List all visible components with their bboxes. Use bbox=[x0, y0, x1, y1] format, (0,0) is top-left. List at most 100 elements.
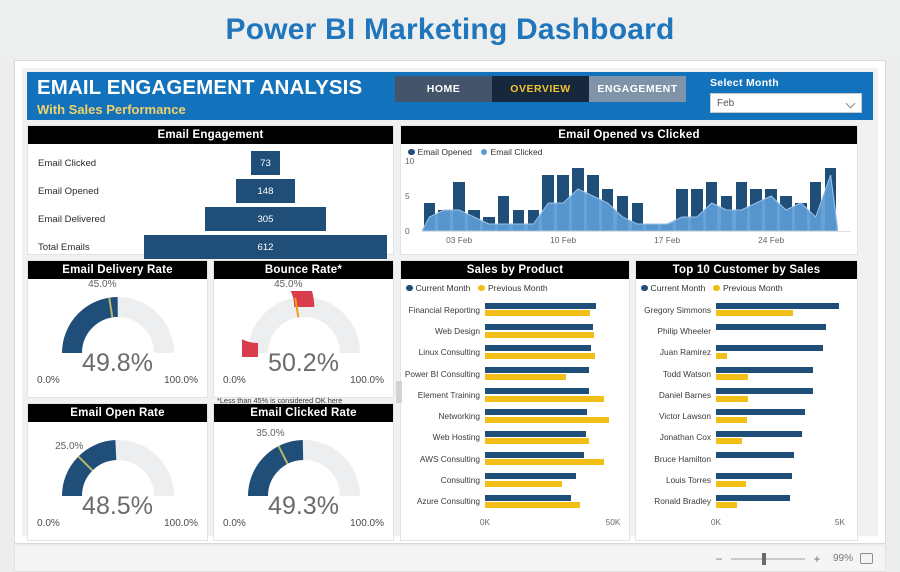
funnel-row[interactable]: Email Clicked 73 bbox=[32, 149, 387, 177]
bar-previous-month[interactable] bbox=[716, 352, 728, 359]
column-bar[interactable] bbox=[468, 210, 480, 231]
bar-chart-row[interactable]: Element Training bbox=[401, 384, 629, 405]
nav-item-overview[interactable]: OVERVIEW bbox=[492, 76, 589, 102]
funnel-bar[interactable]: 148 bbox=[236, 179, 295, 203]
nav-item-home[interactable]: HOME bbox=[395, 76, 492, 102]
bar-chart-row[interactable]: Networking bbox=[401, 405, 629, 426]
zoom-out-button[interactable]: − bbox=[714, 553, 724, 565]
bar-previous-month[interactable] bbox=[485, 374, 566, 381]
bar-previous-month[interactable] bbox=[485, 310, 590, 317]
zoom-slider[interactable] bbox=[731, 552, 805, 565]
funnel-row[interactable]: Email Opened 148 bbox=[32, 177, 387, 205]
bar-chart-row[interactable]: Gregory Simmons bbox=[636, 299, 857, 320]
bar-current-month[interactable] bbox=[716, 302, 839, 309]
column-bar[interactable] bbox=[676, 189, 688, 231]
zoom-slider-thumb[interactable] bbox=[762, 552, 766, 565]
funnel-bar[interactable]: 612 bbox=[144, 235, 387, 259]
column-bar[interactable] bbox=[587, 175, 599, 231]
bar-previous-month[interactable] bbox=[716, 310, 793, 317]
bar-current-month[interactable] bbox=[485, 366, 589, 373]
column-bar[interactable] bbox=[616, 196, 629, 231]
column-bar[interactable] bbox=[557, 175, 569, 231]
bar-current-month[interactable] bbox=[485, 324, 593, 331]
bar-chart-row[interactable]: Daniel Barnes bbox=[636, 384, 857, 405]
column-bar[interactable] bbox=[423, 203, 436, 231]
column-bar[interactable] bbox=[824, 168, 837, 231]
bar-previous-month[interactable] bbox=[485, 331, 594, 338]
column-bar[interactable] bbox=[661, 224, 673, 231]
bar-current-month[interactable] bbox=[716, 451, 795, 458]
bar-current-month[interactable] bbox=[716, 409, 806, 416]
bar-previous-month[interactable] bbox=[716, 416, 747, 423]
bar-chart-row[interactable]: AWS Consulting bbox=[401, 448, 629, 469]
bar-chart-row[interactable]: Consulting bbox=[401, 469, 629, 490]
bar-previous-month[interactable] bbox=[485, 480, 562, 487]
funnel-bar[interactable]: 305 bbox=[204, 207, 327, 231]
bar-chart-row[interactable]: Bruce Hamilton bbox=[636, 448, 857, 469]
column-bar[interactable] bbox=[750, 189, 763, 231]
bar-chart-row[interactable]: Web Hosting bbox=[401, 427, 629, 448]
column-bar[interactable] bbox=[765, 189, 777, 231]
bar-chart-row[interactable]: Azure Consulting bbox=[401, 491, 629, 512]
bar-current-month[interactable] bbox=[716, 473, 792, 480]
column-bar[interactable] bbox=[438, 210, 451, 231]
bar-previous-month[interactable] bbox=[485, 395, 605, 402]
column-bar[interactable] bbox=[453, 182, 465, 231]
bar-chart-row[interactable]: Ronald Bradley bbox=[636, 491, 857, 512]
column-bar[interactable] bbox=[691, 189, 703, 231]
column-bar[interactable] bbox=[512, 210, 525, 231]
bar-current-month[interactable] bbox=[716, 388, 813, 395]
bar-chart-row[interactable]: Juan Ramirez bbox=[636, 342, 857, 363]
bar-current-month[interactable] bbox=[716, 366, 813, 373]
column-bar[interactable] bbox=[572, 168, 584, 231]
bar-chart-row[interactable]: Web Design bbox=[401, 320, 629, 341]
bar-previous-month[interactable] bbox=[485, 502, 580, 509]
column-bar[interactable] bbox=[795, 203, 807, 231]
bar-chart-row[interactable]: Louis Torres bbox=[636, 469, 857, 490]
bar-current-month[interactable] bbox=[485, 430, 587, 437]
bar-previous-month[interactable] bbox=[485, 459, 605, 466]
bar-chart-row[interactable]: Jonathan Cox bbox=[636, 427, 857, 448]
column-bar[interactable] bbox=[527, 210, 540, 231]
bar-chart-row[interactable]: Victor Lawson bbox=[636, 405, 857, 426]
bar-chart-row[interactable]: Linux Consulting bbox=[401, 342, 629, 363]
bar-current-month[interactable] bbox=[716, 324, 827, 331]
bar-current-month[interactable] bbox=[716, 430, 802, 437]
bar-chart-row[interactable]: Financial Reporting bbox=[401, 299, 629, 320]
column-bar[interactable] bbox=[780, 196, 792, 231]
bar-current-month[interactable] bbox=[485, 494, 571, 501]
column-bar[interactable] bbox=[646, 224, 659, 231]
bar-previous-month[interactable] bbox=[716, 502, 738, 509]
column-bar[interactable] bbox=[601, 189, 614, 231]
zoom-in-button[interactable]: + bbox=[812, 553, 822, 565]
column-bar[interactable] bbox=[720, 196, 733, 231]
scrollbar-thumb[interactable] bbox=[396, 381, 402, 403]
bar-current-month[interactable] bbox=[485, 345, 592, 352]
bar-current-month[interactable] bbox=[485, 409, 588, 416]
bar-previous-month[interactable] bbox=[485, 438, 589, 445]
bar-previous-month[interactable] bbox=[716, 480, 746, 487]
column-bar[interactable] bbox=[735, 182, 748, 231]
bar-current-month[interactable] bbox=[485, 302, 597, 309]
bar-current-month[interactable] bbox=[485, 388, 589, 395]
bar-previous-month[interactable] bbox=[485, 352, 596, 359]
bar-current-month[interactable] bbox=[485, 473, 576, 480]
column-bar[interactable] bbox=[542, 175, 555, 231]
bar-previous-month[interactable] bbox=[716, 438, 743, 445]
funnel-row[interactable]: Email Delivered 305 bbox=[32, 205, 387, 233]
column-bar[interactable] bbox=[809, 182, 822, 231]
bar-chart-row[interactable]: Todd Watson bbox=[636, 363, 857, 384]
month-select[interactable]: Feb bbox=[710, 93, 862, 113]
column-bar[interactable] bbox=[705, 182, 718, 231]
bar-current-month[interactable] bbox=[716, 494, 791, 501]
funnel-row[interactable]: Total Emails 612 bbox=[32, 233, 387, 261]
bar-previous-month[interactable] bbox=[716, 374, 749, 381]
column-bar[interactable] bbox=[497, 196, 510, 231]
column-bar[interactable] bbox=[631, 203, 644, 231]
bar-current-month[interactable] bbox=[716, 345, 823, 352]
fit-to-page-icon[interactable] bbox=[860, 553, 873, 564]
funnel-bar[interactable]: 73 bbox=[251, 151, 280, 175]
bar-previous-month[interactable] bbox=[485, 416, 610, 423]
bar-previous-month[interactable] bbox=[716, 395, 749, 402]
bar-chart-row[interactable]: Philip Wheeler bbox=[636, 320, 857, 341]
